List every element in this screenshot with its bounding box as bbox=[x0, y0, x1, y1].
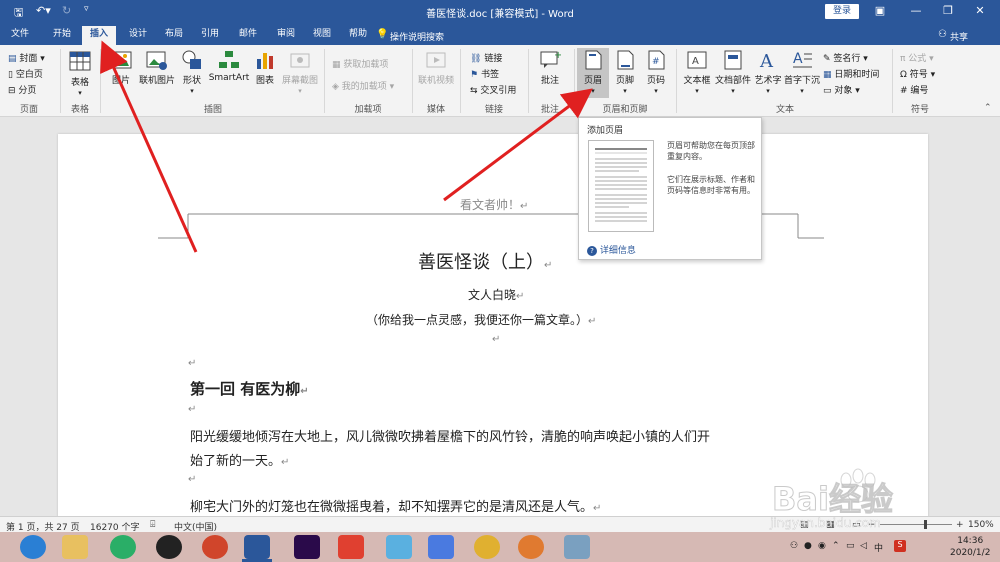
proofing-icon[interactable]: ⌹ bbox=[150, 520, 155, 530]
powerpoint-icon[interactable] bbox=[202, 535, 228, 559]
tray-up-arrow-icon[interactable]: ⌃ bbox=[832, 541, 840, 551]
arrow-to-insert-tab bbox=[100, 40, 198, 253]
baidu-watermark: Bai经验 jingyan.baidu.com bbox=[760, 468, 1000, 538]
tray-volume-icon[interactable]: ◁ bbox=[860, 541, 867, 551]
browser-360-icon[interactable] bbox=[20, 535, 46, 559]
tray-qq-icon[interactable]: ● bbox=[804, 541, 812, 551]
file-explorer-icon[interactable] bbox=[62, 535, 88, 559]
app-icon-cat[interactable] bbox=[386, 535, 412, 559]
tray-people-icon[interactable]: ⚇ bbox=[790, 541, 798, 551]
premiere-icon[interactable] bbox=[294, 535, 320, 559]
app-icon-arrow[interactable] bbox=[428, 535, 454, 559]
clock-time: 14:36 bbox=[957, 536, 984, 546]
chrome-icon[interactable] bbox=[474, 535, 500, 559]
app-icon-notebook[interactable] bbox=[564, 535, 590, 559]
word-icon[interactable] bbox=[244, 535, 270, 559]
watermark-brand: Bai经验 bbox=[772, 480, 894, 519]
tray-ime-icon[interactable]: 中 bbox=[874, 541, 883, 554]
clock-date: 2020/1/2 bbox=[950, 548, 991, 558]
watermark-url: jingyan.baidu.com bbox=[770, 516, 881, 530]
tray-network-icon[interactable]: ▭ bbox=[846, 541, 855, 551]
app-icon-orange[interactable] bbox=[518, 535, 544, 559]
tray-sogou-icon[interactable]: S bbox=[894, 540, 906, 552]
system-clock[interactable]: 14:36 2020/1/2 bbox=[950, 535, 990, 559]
arrow-to-header-button bbox=[443, 88, 593, 202]
tray-wechat-icon[interactable]: ◉ bbox=[818, 541, 826, 551]
qq-icon[interactable] bbox=[156, 535, 182, 559]
app-icon-red[interactable] bbox=[338, 535, 364, 559]
taskbar: ⚇ ● ◉ ⌃ ▭ ◁ 中 S 14:36 2020/1/2 bbox=[0, 532, 1000, 562]
wechat-icon[interactable] bbox=[110, 535, 136, 559]
